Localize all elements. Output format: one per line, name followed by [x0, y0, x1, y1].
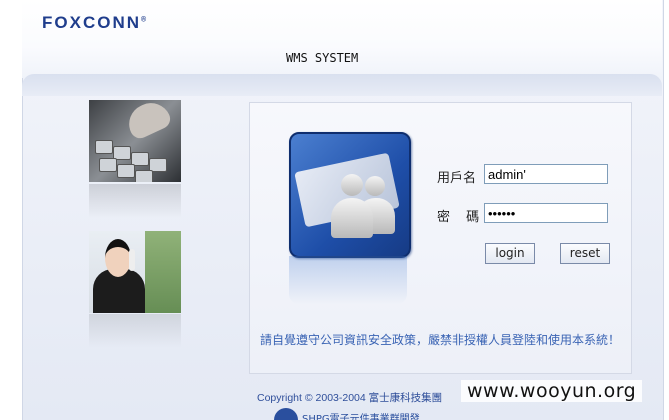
- header-band: [22, 74, 662, 96]
- users-icon-reflection: [289, 256, 407, 304]
- password-label: 密 碼: [437, 210, 486, 225]
- logo-registered-mark: ®: [141, 16, 147, 24]
- security-notice: 請自覺遵守公司資訊安全政策，嚴禁非授權人員登陸和使用本系統！: [260, 333, 621, 347]
- foxconn-logo: FOXCONN®: [42, 13, 146, 33]
- division-text: SHPG電子元件事業群開發: [302, 414, 420, 420]
- logo-text: FOXCONN: [42, 13, 141, 32]
- keyboard-photo-reflection: [89, 184, 181, 218]
- system-title: WMS SYSTEM: [286, 51, 359, 65]
- watermark: www.wooyun.org: [461, 380, 643, 402]
- users-icon: [289, 132, 411, 258]
- password-input[interactable]: [484, 203, 608, 223]
- operator-photo-reflection: [89, 314, 181, 348]
- header: [22, 0, 662, 78]
- left-margin: [0, 0, 23, 420]
- login-button[interactable]: login: [485, 243, 535, 264]
- login-page: FOXCONN® WMS SYSTEM 用戶名 密 碼 login reset …: [0, 0, 669, 420]
- keyboard-photo: [89, 100, 181, 182]
- username-input[interactable]: [484, 164, 608, 184]
- reset-button[interactable]: reset: [560, 243, 610, 264]
- copyright-text: Copyright © 2003-2004 富士康科技集團: [257, 392, 443, 404]
- username-label: 用戶名: [437, 171, 477, 186]
- operator-photo: [89, 231, 181, 313]
